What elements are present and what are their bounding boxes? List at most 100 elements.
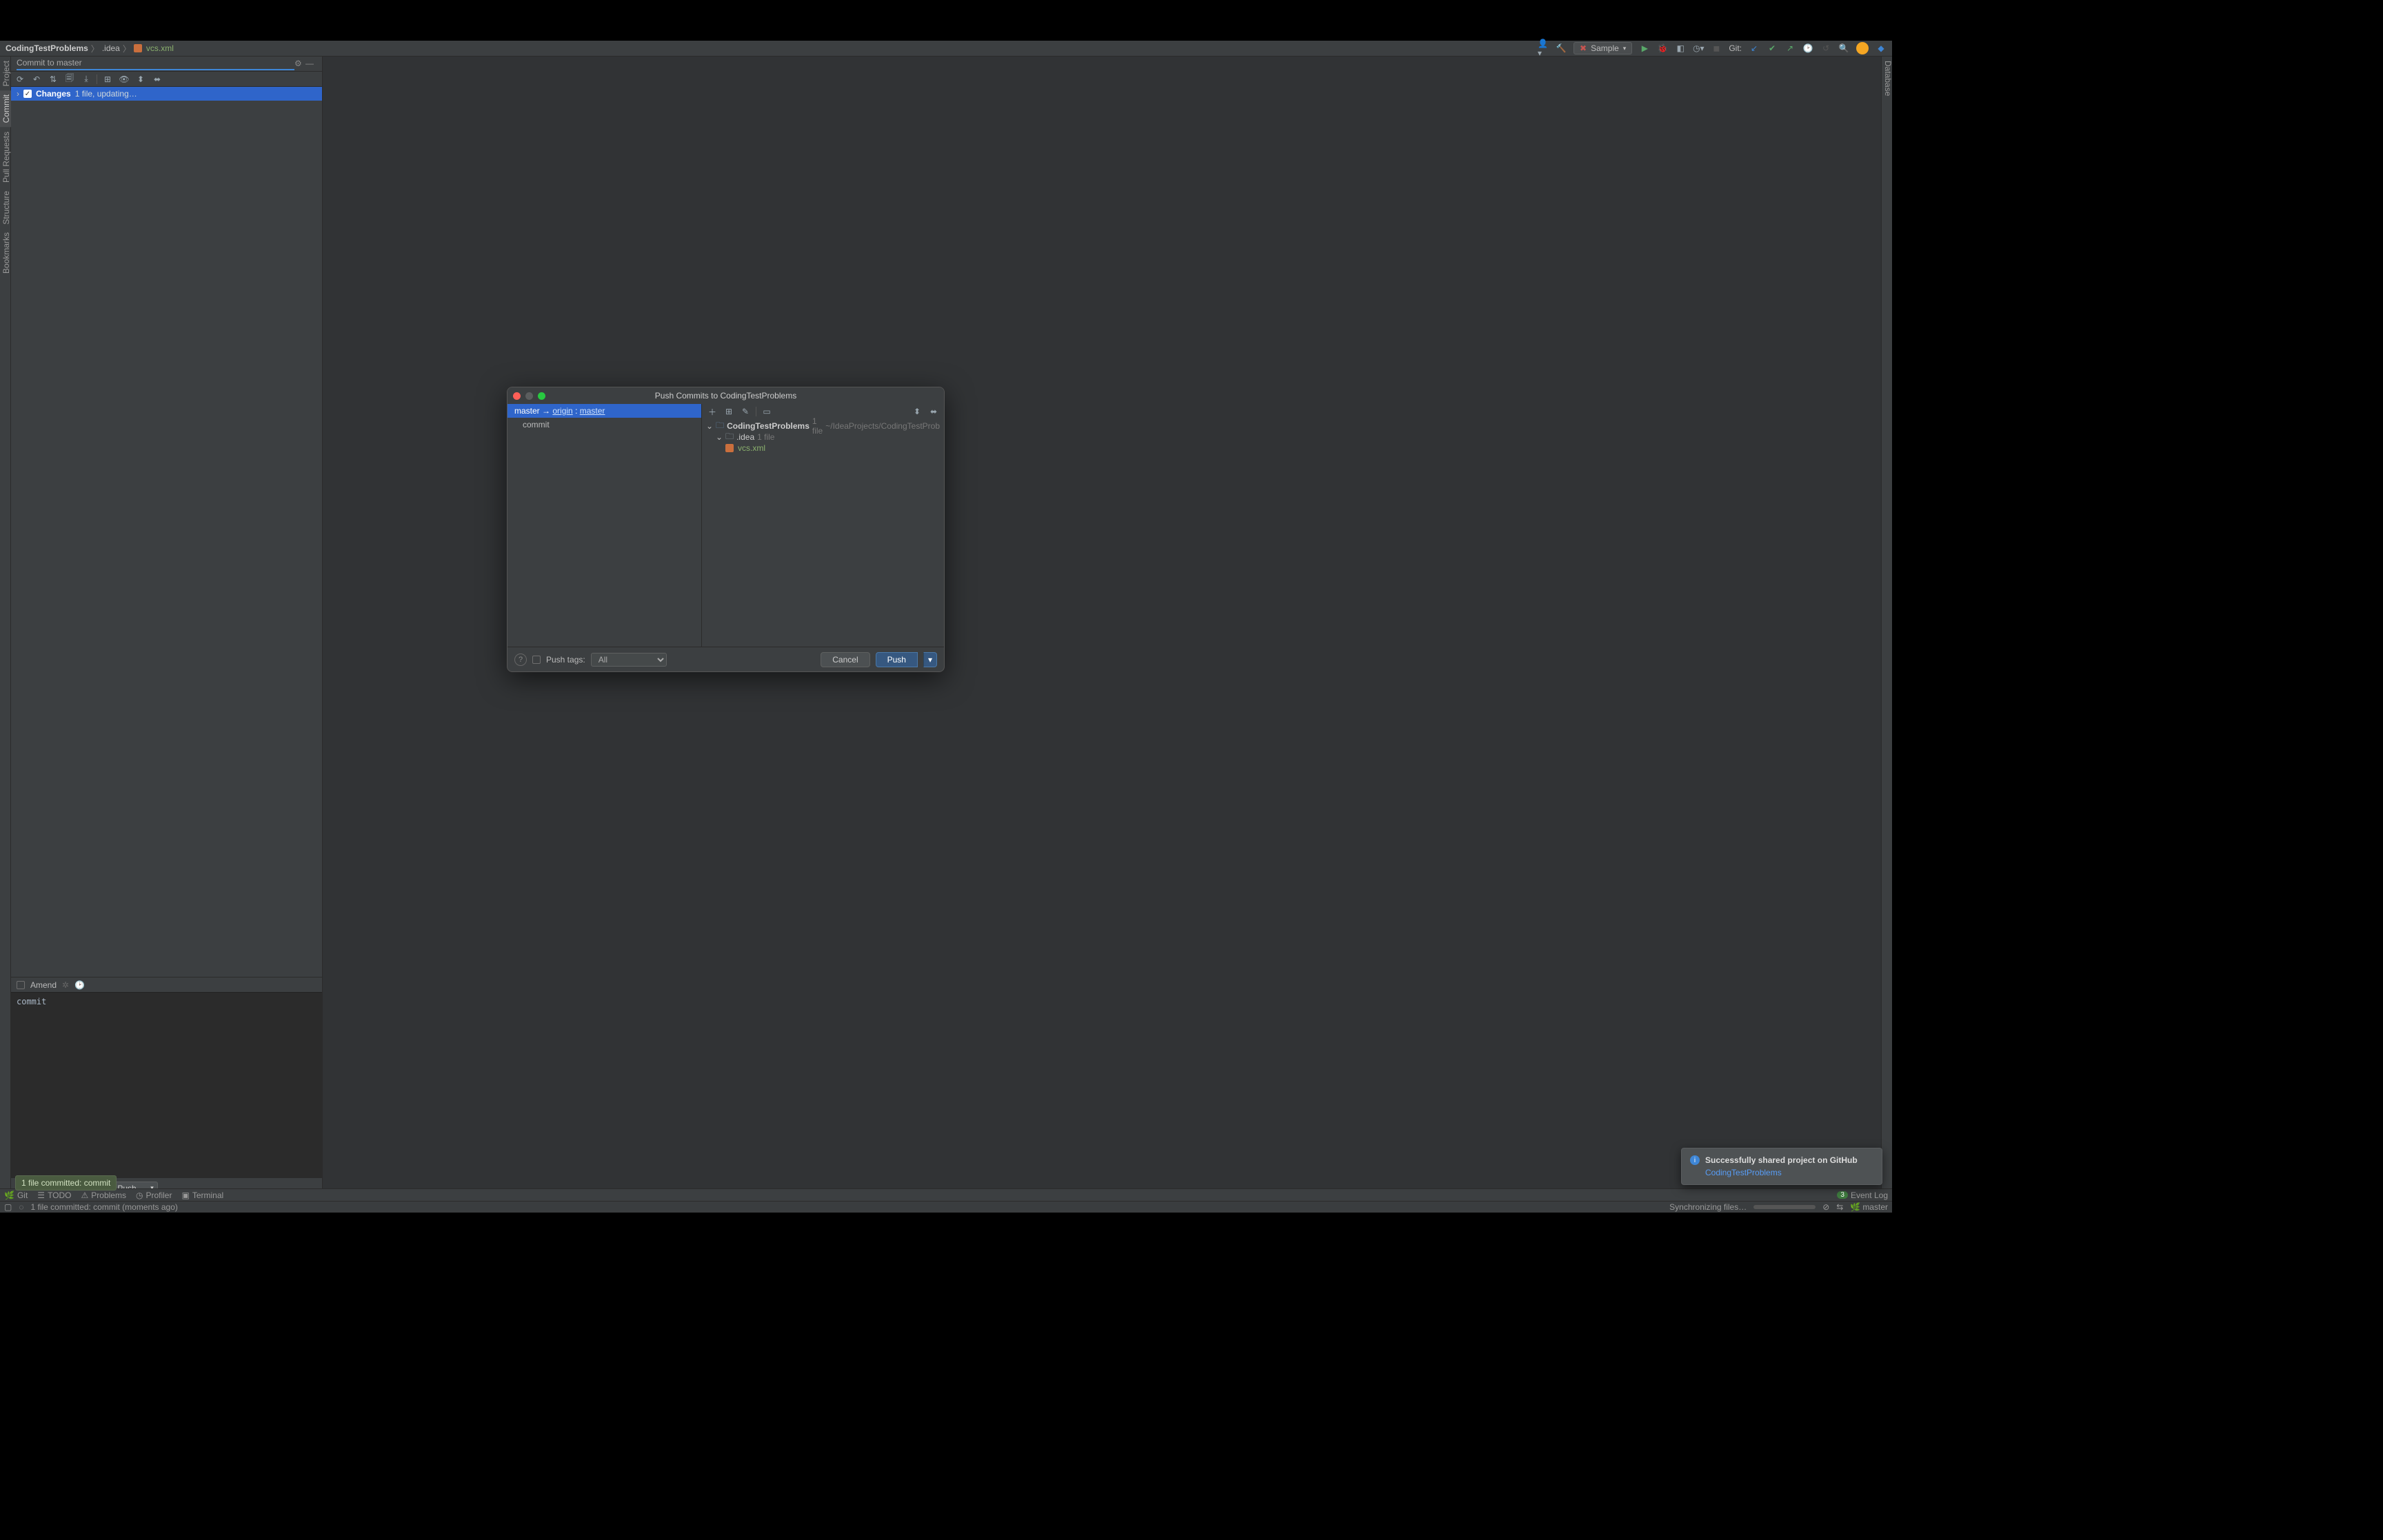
notification-link[interactable]: CodingTestProblems (1705, 1168, 1858, 1177)
shelve-icon[interactable]: ⤓ (80, 73, 92, 85)
breadcrumb-file[interactable]: vcs.xml (146, 43, 174, 53)
git-update-icon[interactable]: ↙ (1749, 43, 1760, 54)
dialog-titlebar: Push Commits to CodingTestProblems (507, 387, 944, 404)
hide-icon[interactable]: — (305, 59, 316, 70)
git-commit-icon[interactable]: ✔ (1767, 43, 1778, 54)
chevron-down-icon: ⌄ (716, 432, 723, 442)
changes-label: Changes (36, 89, 71, 99)
profile-icon[interactable]: ◷▾ (1693, 43, 1704, 54)
debug-icon[interactable]: 🐞 (1657, 43, 1668, 54)
git-push-icon[interactable]: ↗ (1784, 43, 1796, 54)
ide-window: CodingTestProblems 〉 .idea 〉 vcs.xml 👤▾ … (0, 41, 1892, 1213)
expand-all-icon[interactable]: ⬍ (911, 405, 923, 418)
dialog-footer: ? Push tags: All Cancel Push ▾ (507, 647, 944, 671)
tree-project-row[interactable]: ⌄ 🗀 CodingTestProblems 1 file ~/IdeaProj… (706, 421, 940, 432)
new-changelist-icon[interactable]: ＋ (706, 405, 718, 418)
help-button[interactable]: ? (514, 654, 527, 666)
amend-checkbox[interactable] (17, 981, 25, 989)
changes-node[interactable]: › ✓ Changes 1 file, updating… (11, 87, 322, 101)
status-bar: ▢ ◌ 1 file committed: commit (moments ag… (0, 1201, 1892, 1213)
push-commits-dialog: Push Commits to CodingTestProblems maste… (507, 387, 945, 672)
push-button[interactable]: Push (876, 652, 918, 667)
local-branch: master (514, 406, 540, 416)
git-branch-widget[interactable]: 🌿master (1850, 1202, 1888, 1212)
remote-branch[interactable]: master (580, 406, 605, 416)
tab-git[interactable]: 🌿Git (4, 1191, 28, 1200)
remote-name[interactable]: origin (552, 406, 572, 416)
user-avatar[interactable] (1856, 42, 1869, 54)
stop-icon: ◼ (1711, 43, 1722, 54)
git-history-icon[interactable]: 🕑 (1802, 43, 1813, 54)
search-icon[interactable]: 🔍 (1838, 43, 1849, 54)
tab-terminal[interactable]: ▣Terminal (181, 1191, 223, 1200)
refresh-icon[interactable]: ⟳ (14, 73, 26, 85)
run-config-label: Sample (1591, 43, 1619, 53)
amend-gear-icon[interactable]: ✲ (62, 980, 69, 990)
preview-icon[interactable]: ▭ (761, 405, 773, 418)
changelist-icon[interactable]: 🗐 (63, 73, 76, 85)
run-icon[interactable]: ▶ (1639, 43, 1650, 54)
view-options-icon[interactable]: 👁 (118, 73, 130, 85)
tree-project-count: 1 file (812, 416, 823, 436)
group-by-icon[interactable]: ⊞ (101, 73, 114, 85)
window-zoom-icon[interactable] (538, 392, 545, 400)
project-folder-icon: 🗀 (716, 419, 724, 434)
edit-icon[interactable]: ✎ (739, 405, 752, 418)
git-rollback-icon[interactable]: ↺ (1820, 43, 1831, 54)
history-icon[interactable]: 🕑 (74, 980, 85, 990)
changes-count: 1 file, updating… (75, 89, 137, 99)
group-icon[interactable]: ⊞ (723, 405, 735, 418)
commit-list-item[interactable]: commit (507, 418, 701, 432)
add-user-icon[interactable]: 👤▾ (1538, 43, 1549, 54)
tree-file-row[interactable]: vcs.xml (706, 443, 940, 454)
tab-database[interactable]: Database (1882, 57, 1894, 100)
tree-project-name: CodingTestProblems (727, 421, 810, 431)
collapse-all-icon[interactable]: ⬌ (927, 405, 940, 418)
collapse-icon[interactable]: ⬌ (151, 73, 163, 85)
info-icon: i (1690, 1155, 1700, 1165)
diff-icon[interactable]: ⇅ (47, 73, 59, 85)
run-config-selector[interactable]: ✖ Sample ▾ (1573, 42, 1632, 54)
status-cancel-icon[interactable]: ⊘ (1822, 1202, 1829, 1212)
commit-toolbar: ⟳ ↶ ⇅ 🗐 ⤓ ⊞ 👁 ⬍ ⬌ (11, 72, 322, 87)
push-branches-pane: master → origin : master commit (507, 404, 702, 647)
breadcrumb-sep: 〉 (91, 43, 99, 54)
push-tags-checkbox[interactable] (532, 656, 541, 664)
notification-title: Successfully shared project on GitHub (1705, 1155, 1858, 1165)
expand-icon[interactable]: ⬍ (134, 73, 147, 85)
branch-mapping-row[interactable]: master → origin : master (507, 404, 701, 418)
status-tool-windows-icon[interactable]: ▢ (4, 1202, 12, 1212)
rollback-icon[interactable]: ↶ (30, 73, 43, 85)
window-close-icon[interactable] (513, 392, 521, 400)
colon: : (575, 406, 580, 416)
breadcrumb-folder[interactable]: .idea (102, 43, 120, 53)
dialog-title: Push Commits to CodingTestProblems (655, 391, 796, 401)
status-message: 1 file committed: commit (moments ago) (30, 1202, 177, 1212)
tab-todo[interactable]: ☰TODO (37, 1191, 71, 1200)
push-tags-select[interactable]: All (591, 653, 667, 667)
tree-file-name: vcs.xml (738, 443, 765, 453)
build-icon[interactable]: 🔨 (1556, 43, 1567, 54)
status-sync: Synchronizing files… (1669, 1202, 1747, 1212)
commit-message-input[interactable]: commit (11, 992, 322, 1178)
push-files-pane: ＋ ⊞ ✎ ▭ ⬍ ⬌ ⌄ 🗀 CodingTestProblems 1 fil… (702, 404, 944, 647)
coverage-icon[interactable]: ◧ (1675, 43, 1686, 54)
tree-folder-row[interactable]: ⌄ 🗀 .idea 1 file (706, 432, 940, 443)
tab-profiler[interactable]: ◷Profiler (136, 1191, 172, 1200)
push-dropdown[interactable]: ▾ (923, 652, 937, 667)
status-process-icon[interactable]: ◌ (19, 1202, 23, 1212)
cancel-button[interactable]: Cancel (821, 652, 869, 667)
right-tool-stripe: Database (1881, 57, 1892, 1199)
breadcrumb-project[interactable]: CodingTestProblems (6, 43, 88, 53)
ide-features-icon[interactable]: ◆ (1876, 43, 1887, 54)
gear-icon[interactable]: ⚙ (294, 59, 305, 70)
tab-problems[interactable]: ⚠Problems (81, 1191, 126, 1200)
chevron-right-icon: › (17, 89, 19, 99)
tab-event-log[interactable]: 3 Event Log (1837, 1191, 1888, 1200)
status-indent-icon[interactable]: ⇆ (1836, 1202, 1843, 1212)
left-tool-stripe: Project Commit Pull Requests Structure B… (0, 57, 11, 1199)
amend-label: Amend (30, 980, 57, 990)
arrow-icon: → (542, 406, 550, 416)
changes-checkbox[interactable]: ✓ (23, 90, 32, 98)
push-tags-label: Push tags: (546, 655, 585, 665)
